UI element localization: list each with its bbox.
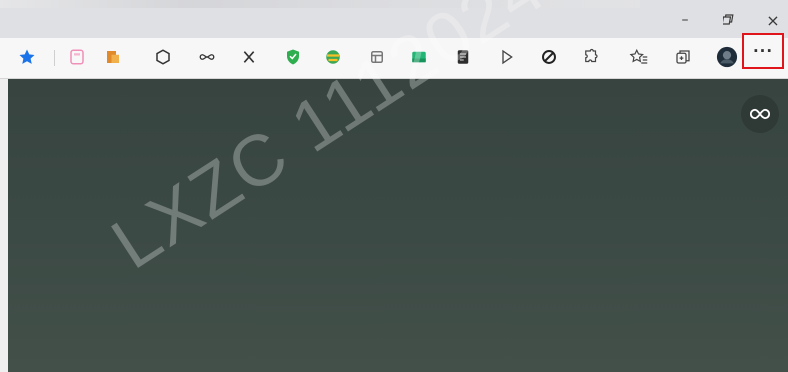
collections-icon[interactable] bbox=[670, 44, 696, 70]
content-left-border bbox=[0, 79, 8, 372]
toolbar-separator bbox=[54, 50, 55, 66]
profile-avatar[interactable] bbox=[714, 44, 740, 70]
favorites-list-icon[interactable] bbox=[626, 44, 652, 70]
block-extension-icon[interactable] bbox=[536, 44, 562, 70]
settings-and-more-button[interactable]: ··· bbox=[742, 33, 784, 69]
green-square-extension-icon[interactable] bbox=[406, 44, 432, 70]
restore-button[interactable] bbox=[712, 8, 746, 32]
close-window-button[interactable]: × bbox=[756, 8, 788, 32]
collection-icon[interactable] bbox=[64, 44, 90, 70]
play-extension-icon[interactable] bbox=[494, 44, 520, 70]
shield-extension-icon[interactable] bbox=[280, 44, 306, 70]
page-content bbox=[8, 79, 788, 372]
x-extension-icon[interactable] bbox=[236, 44, 262, 70]
notes-extension-icon[interactable] bbox=[450, 44, 476, 70]
globe-extension-icon[interactable] bbox=[320, 44, 346, 70]
blurred-tab-strip bbox=[0, 0, 640, 8]
infinity-extension-icon[interactable] bbox=[194, 44, 220, 70]
infinity-icon bbox=[750, 108, 770, 120]
hexagon-extension-icon[interactable] bbox=[150, 44, 176, 70]
minimize-button[interactable]: – bbox=[668, 8, 702, 32]
folder-icon[interactable] bbox=[100, 44, 126, 70]
store-extension-icon[interactable] bbox=[364, 44, 390, 70]
floating-infinity-button[interactable] bbox=[741, 95, 779, 133]
puzzle-extension-icon[interactable] bbox=[578, 44, 604, 70]
restore-icon bbox=[723, 14, 734, 25]
title-bar: – × bbox=[0, 0, 788, 38]
browser-window: – × ··· bbox=[0, 0, 788, 372]
favorite-star-icon[interactable] bbox=[14, 44, 40, 70]
browser-toolbar bbox=[0, 38, 788, 79]
